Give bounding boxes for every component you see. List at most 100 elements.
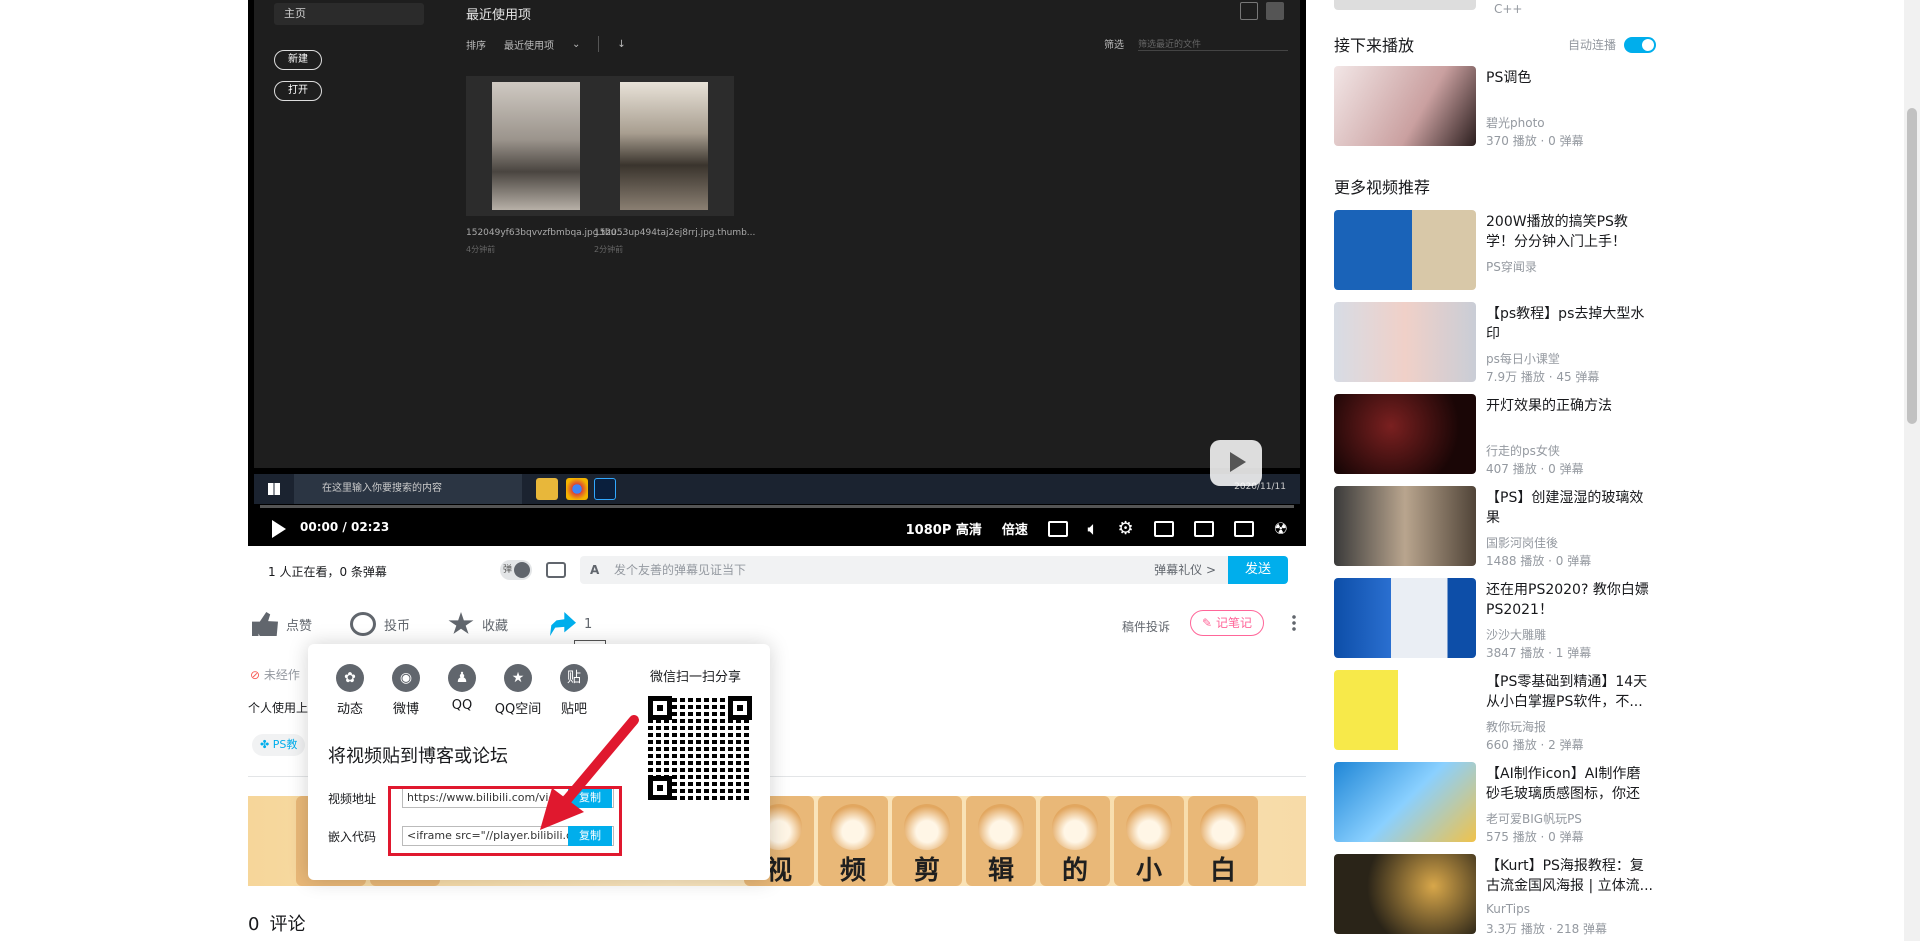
bilibili-video-page: 主页 新建 打开 最近使用项 排序 最近使用项 ⌄ ↓ 筛选 筛选最近的文件 1… <box>0 0 1920 941</box>
rec-card[interactable]: 【ps教程】ps去掉大型水印 ps每日小课堂 7.9万 播放 · 45 弹幕 <box>1334 302 1656 384</box>
play-icon[interactable] <box>272 520 286 538</box>
share-popover: ✿ 动态 ◉ 微博 ♟ QQ ★ QQ空间 贴 贴吧 微信扫一扫分享 将视频贴到… <box>308 644 770 880</box>
page-scrollbar[interactable] <box>1904 0 1920 941</box>
scrollbar-thumb[interactable] <box>1907 108 1917 424</box>
time-separator: / <box>342 520 347 534</box>
rec-card[interactable]: 【Kurt】PS海报教程：复古流金国风海报 | 立体流... KurTips 3… <box>1334 854 1656 936</box>
video-stats: 3.3万 播放 · 218 弹幕 <box>1486 922 1608 936</box>
danmaku-settings-icon[interactable] <box>546 562 566 578</box>
video-title: 【ps教程】ps去掉大型水印 <box>1486 306 1645 342</box>
video-author: ps每日小课堂 <box>1486 352 1560 366</box>
comments-count: 0 <box>248 914 260 935</box>
ps-sort-label: 排序 <box>466 40 486 52</box>
comments-header: 0 评论 <box>248 910 305 936</box>
video-cover <box>1334 394 1476 474</box>
video-cover <box>1334 854 1476 934</box>
more-options-icon[interactable] <box>1292 614 1296 632</box>
chrome-icon <box>566 478 588 500</box>
volume-icon[interactable]: 🔈︎ <box>1088 519 1098 539</box>
rec-card[interactable]: 【PS零基础到精通】14天从小白掌握PS软件，不... 教你玩海报 660 播放… <box>1334 670 1656 752</box>
take-notes-button[interactable]: ✎ 记笔记 <box>1190 610 1264 636</box>
video-title: 开灯效果的正确方法 <box>1486 398 1612 414</box>
video-player[interactable]: 主页 新建 打开 最近使用项 排序 最近使用项 ⌄ ↓ 筛选 筛选最近的文件 1… <box>248 0 1306 546</box>
rec-card[interactable]: 【AI制作icon】AI制作磨砂毛玻璃质感图标，你还不... 老可爱BIG帆玩P… <box>1334 762 1656 844</box>
video-title: PS调色 <box>1486 70 1532 86</box>
like-label: 点赞 <box>286 618 313 634</box>
video-author: 教你玩海报 <box>1486 720 1547 734</box>
windows-icon <box>268 483 280 495</box>
coin-button[interactable]: 投币 <box>350 612 410 636</box>
share-tieba[interactable]: 贴 贴吧 <box>546 664 602 717</box>
report-link[interactable]: 稿件投诉 <box>1122 618 1170 635</box>
banner-char: 剪 <box>892 796 962 886</box>
tag-label: PS教 <box>272 738 298 751</box>
video-frame: 主页 新建 打开 最近使用项 排序 最近使用项 ⌄ ↓ 筛选 筛选最近的文件 1… <box>254 0 1300 504</box>
autoplay-label: 自动连播 <box>1567 38 1616 52</box>
danmaku-input[interactable]: A 发个友善的弹幕见证当下 弹幕礼仪 > <box>580 556 1228 584</box>
rec-card[interactable]: 【PS】创建湿湿的玻璃效果 国影河岗佳後 1488 播放 · 0 弹幕 <box>1334 486 1656 568</box>
fullscreen-icon[interactable]: ☢ <box>1274 519 1288 538</box>
qr-finder <box>648 776 672 800</box>
rec-card[interactable]: 200W播放的搞笑PS教学！分分钟入门上手！ PS穿闻录 <box>1334 210 1656 292</box>
widescreen-icon[interactable] <box>1193 520 1214 537</box>
video-tag[interactable]: ✤ PS教 <box>252 734 306 756</box>
web-fullscreen-icon[interactable] <box>1233 520 1254 537</box>
video-title: 还在用PS2020? 教你白嫖PS2021！ <box>1486 582 1649 618</box>
video-cover <box>1334 66 1476 146</box>
banner-char: 白 <box>1188 796 1258 886</box>
ps-file-time: 2分钟前 <box>594 245 624 254</box>
like-button[interactable]: 点赞 <box>252 612 312 636</box>
share-qq[interactable]: ♟ QQ <box>434 664 490 717</box>
time-current: 00:00 <box>300 520 339 534</box>
danmaku-switch-label: 弹 <box>503 565 513 575</box>
video-stats: 660 播放 · 2 弹幕 <box>1486 738 1584 752</box>
bilibili-tv-icon <box>1210 440 1262 486</box>
up-next-card[interactable]: PS调色 碧光photo 370 播放 · 0 弹幕 <box>1334 66 1656 148</box>
coin-label: 投币 <box>384 618 411 634</box>
danmaku-etiquette-link[interactable]: 弹幕礼仪 > <box>1154 556 1216 584</box>
weibo-icon: ◉ <box>392 664 420 692</box>
autoplay-toggle[interactable]: 自动连播 <box>1568 36 1656 53</box>
progress-bar[interactable] <box>260 505 1294 508</box>
thumbs-up-icon <box>252 612 278 636</box>
share-weibo[interactable]: ◉ 微博 <box>378 664 434 717</box>
video-stats: 575 播放 · 0 弹幕 <box>1486 830 1584 844</box>
favorite-button[interactable]: 收藏 <box>448 612 508 636</box>
settings-gear-icon[interactable]: ⚙ <box>1118 518 1134 539</box>
share-button[interactable]: 1 <box>550 612 592 636</box>
share-dynamic[interactable]: ✿ 动态 <box>322 664 378 717</box>
danmaku-off-icon[interactable] <box>1047 520 1068 537</box>
autoplay-switch[interactable] <box>1624 36 1656 53</box>
banner-char: 辑 <box>966 796 1036 886</box>
speed-button[interactable]: 倍速 <box>1002 519 1028 538</box>
share-target-label: 贴吧 <box>560 702 587 717</box>
ps-sidebar: 主页 新建 打开 <box>254 0 450 468</box>
share-count: 1 <box>584 616 593 632</box>
ps-recent-title: 最近使用项 <box>466 8 532 23</box>
ps-home: 主页 <box>274 3 424 25</box>
video-cover <box>1334 210 1476 290</box>
video-stats: 3847 播放 · 1 弹幕 <box>1486 646 1592 660</box>
text-style-icon[interactable]: A <box>590 556 599 584</box>
send-danmaku-button[interactable]: 发送 <box>1228 556 1288 584</box>
player-controls: 00:00 / 02:23 1080P 高清 倍速 🔈︎ ⚙ ☢ <box>248 510 1306 546</box>
ps-file-time: 4分钟前 <box>466 245 496 254</box>
video-stats: 1488 播放 · 0 弹幕 <box>1486 554 1592 568</box>
danmaku-bar: 1 人正在看，0 条弹幕 弹 A 发个友善的弹幕见证当下 弹幕礼仪 > 发送 <box>248 552 1306 588</box>
qr-finder <box>728 696 752 720</box>
banner-char: 小 <box>1114 796 1184 886</box>
share-qzone[interactable]: ★ QQ空间 <box>490 664 546 717</box>
video-title: 【Kurt】PS海报教程：复古流金国风海报 | 立体流... <box>1486 858 1653 894</box>
rec-card-cut[interactable]: C++ <box>1334 0 1656 16</box>
picture-in-picture-icon[interactable] <box>1153 520 1174 537</box>
quality-button[interactable]: 1080P 高清 <box>906 519 982 538</box>
video-title: 200W播放的搞笑PS教学！分分钟入门上手！ <box>1486 214 1628 250</box>
rec-card[interactable]: 开灯效果的正确方法 行走的ps女侠 407 播放 · 0 弹幕 <box>1334 394 1656 476</box>
more-recs-title: 更多视频推荐 <box>1334 178 1431 197</box>
video-toolbar: 点赞 投币 收藏 1 分享 稿件投诉 ✎ 记笔记 <box>248 606 1306 660</box>
rec-card[interactable]: 还在用PS2020? 教你白嫖PS2021！ 沙沙大雕雕 3847 播放 · 1… <box>1334 578 1656 660</box>
player-controls-right: 1080P 高清 倍速 🔈︎ ⚙ ☢ <box>906 518 1288 539</box>
video-author: 碧光photo <box>1486 116 1545 130</box>
danmaku-switch[interactable]: 弹 <box>500 560 532 580</box>
ps-view-toggle <box>1240 2 1284 20</box>
